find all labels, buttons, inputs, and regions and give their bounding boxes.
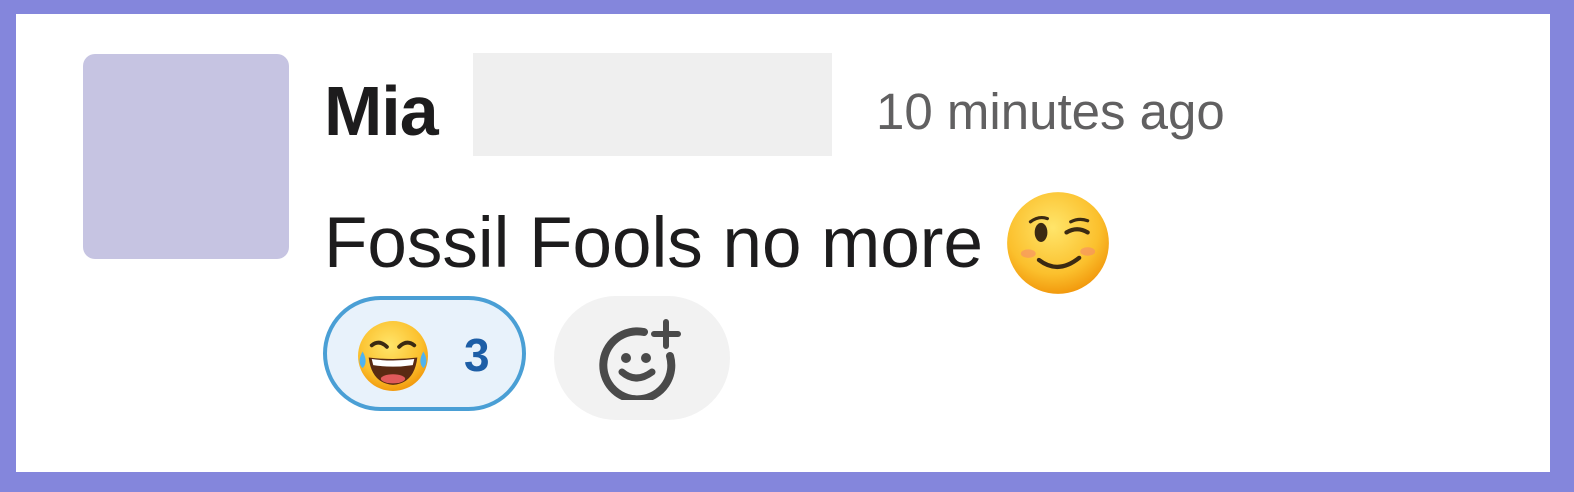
reaction-count: 3 (464, 329, 490, 381)
winking-face-emoji (1007, 192, 1109, 294)
message-text: Fossil Fools no more (324, 203, 983, 283)
author-name[interactable]: Mia (324, 76, 439, 146)
reaction-button[interactable]: 3 (323, 296, 526, 411)
message-body: Fossil Fools no more (324, 190, 1111, 296)
face-with-tears-of-joy-emoji (358, 321, 428, 391)
message-frame: Mia 10 minutes ago Fossil Fools no more (16, 14, 1550, 472)
add-reaction-icon (599, 319, 681, 400)
redacted-status-block (473, 53, 832, 156)
message-timestamp[interactable]: 10 minutes ago (876, 86, 1225, 137)
avatar[interactable] (83, 54, 289, 259)
add-reaction-button[interactable] (554, 296, 730, 420)
